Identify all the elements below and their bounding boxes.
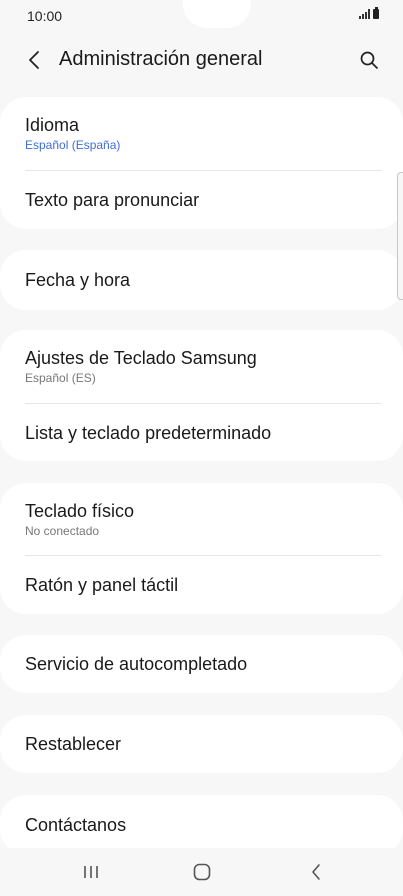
settings-item-title: Idioma bbox=[25, 115, 80, 135]
search-icon bbox=[360, 51, 378, 69]
settings-card-language: Idioma Español (España) Texto para pronu… bbox=[0, 97, 403, 229]
settings-card-date: Fecha y hora bbox=[0, 250, 403, 310]
app-header: Administración general bbox=[0, 38, 403, 82]
settings-item-idioma[interactable]: Idioma Español (España) bbox=[0, 97, 403, 170]
nav-back-button[interactable] bbox=[296, 858, 336, 886]
nav-recents-button[interactable] bbox=[71, 858, 111, 886]
settings-item-autocompletado[interactable]: Servicio de autocompletado bbox=[0, 635, 403, 693]
back-icon bbox=[312, 864, 320, 880]
settings-card-keyboard: Ajustes de Teclado Samsung Español (ES) … bbox=[0, 330, 403, 461]
settings-item-teclado-samsung[interactable]: Ajustes de Teclado Samsung Español (ES) bbox=[0, 330, 403, 403]
recents-icon bbox=[84, 866, 98, 878]
chevron-left-icon bbox=[29, 51, 39, 69]
settings-item-title: Texto para pronunciar bbox=[25, 190, 200, 210]
settings-card-autofill: Servicio de autocompletado bbox=[0, 635, 403, 693]
settings-item-subtitle: Español (ES) bbox=[25, 371, 96, 385]
settings-card-physical: Teclado físico No conectado Ratón y pane… bbox=[0, 483, 403, 614]
settings-item-title: Fecha y hora bbox=[25, 270, 131, 290]
back-button[interactable] bbox=[18, 44, 50, 76]
settings-item-subtitle: Español (España) bbox=[25, 138, 121, 152]
settings-item-title: Ajustes de Teclado Samsung bbox=[25, 348, 257, 368]
search-button[interactable] bbox=[353, 44, 385, 76]
scrollbar[interactable] bbox=[397, 172, 403, 300]
settings-item-contactanos[interactable]: Contáctanos bbox=[0, 795, 403, 855]
page-title: Administración general bbox=[59, 48, 263, 70]
nav-home-button[interactable] bbox=[182, 858, 222, 886]
settings-item-raton-panel[interactable]: Ratón y panel táctil bbox=[0, 556, 403, 614]
settings-item-teclado-fisico[interactable]: Teclado físico No conectado bbox=[0, 483, 403, 555]
settings-card-contact: Contáctanos bbox=[0, 795, 403, 855]
settings-item-texto-pronunciar[interactable]: Texto para pronunciar bbox=[0, 171, 403, 229]
settings-item-lista-teclado[interactable]: Lista y teclado predeterminado bbox=[0, 404, 403, 461]
camera-notch bbox=[183, 0, 251, 28]
status-bar: 10:00 bbox=[0, 0, 403, 32]
battery-icon bbox=[373, 7, 379, 19]
settings-item-subtitle: No conectado bbox=[25, 523, 100, 538]
settings-item-title: Teclado físico bbox=[25, 500, 135, 521]
settings-item-restablecer[interactable]: Restablecer bbox=[0, 715, 403, 773]
signal-icon bbox=[359, 9, 370, 19]
home-icon bbox=[193, 863, 211, 881]
settings-item-title: Contáctanos bbox=[25, 815, 127, 835]
settings-item-title: Ratón y panel táctil bbox=[25, 575, 179, 595]
status-time: 10:00 bbox=[27, 8, 63, 24]
navigation-bar bbox=[0, 848, 403, 896]
settings-item-title: Servicio de autocompletado bbox=[25, 654, 248, 674]
settings-item-title: Restablecer bbox=[25, 734, 122, 754]
status-icons bbox=[359, 7, 379, 19]
settings-item-fecha-hora[interactable]: Fecha y hora bbox=[0, 250, 403, 310]
settings-item-title: Lista y teclado predeterminado bbox=[25, 422, 272, 443]
settings-card-reset: Restablecer bbox=[0, 715, 403, 773]
